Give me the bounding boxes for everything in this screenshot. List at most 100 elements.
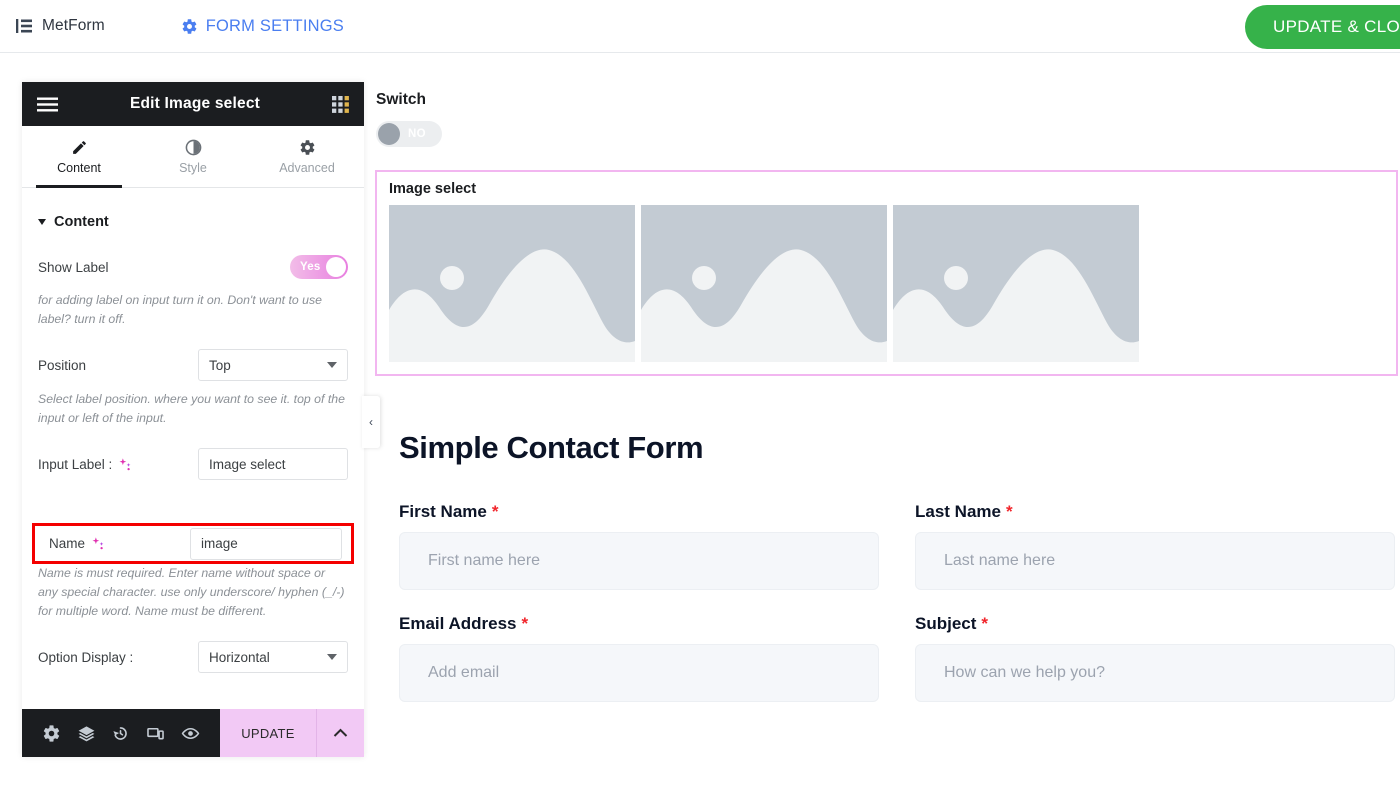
first-name-input[interactable]: [399, 532, 879, 590]
show-label-help: for adding label on input turn it on. Do…: [38, 293, 322, 327]
eye-preview-icon[interactable]: [181, 724, 200, 743]
input-label-row: Input Label :: [38, 448, 348, 481]
tab-advanced[interactable]: Advanced: [250, 126, 364, 187]
image-placeholder-icon[interactable]: [641, 205, 887, 362]
show-label-label: Show Label: [38, 259, 109, 275]
option-display-label: Option Display :: [38, 649, 134, 665]
position-label: Position: [38, 357, 87, 373]
field-email-address: Email Address *: [399, 614, 879, 702]
field-subject-label: Subject *: [915, 614, 1395, 634]
contact-form: Simple Contact Form First Name * Email A…: [399, 430, 1395, 726]
name-help: Name is must required. Enter name withou…: [38, 566, 345, 619]
input-label-label: Input Label :: [38, 456, 133, 472]
name-input[interactable]: [190, 527, 342, 560]
caret-down-icon: [38, 219, 46, 225]
field-first-name-label: First Name *: [399, 502, 879, 522]
chevron-down-icon: [327, 362, 337, 369]
option-display-value: Horizontal: [209, 649, 270, 665]
switch-toggle[interactable]: NO: [376, 121, 442, 147]
panel-header: Edit Image select: [22, 82, 364, 126]
update-button[interactable]: UPDATE: [220, 709, 316, 757]
gear-icon[interactable]: [42, 724, 61, 743]
show-label-toggle[interactable]: Yes: [290, 255, 348, 279]
tab-style[interactable]: Style: [136, 126, 250, 187]
tab-content-label: Content: [57, 160, 101, 175]
image-select-widget[interactable]: Image select: [375, 170, 1398, 376]
subject-input[interactable]: [915, 644, 1395, 702]
chevron-up-icon[interactable]: [316, 709, 364, 757]
input-label-field[interactable]: [198, 448, 348, 481]
panel-tabs: Content Style Advanced: [22, 126, 364, 188]
chevron-down-icon: [327, 654, 337, 661]
content-section-header[interactable]: Content: [38, 214, 348, 230]
option-display-select[interactable]: Horizontal: [198, 641, 348, 674]
required-asterisk: *: [1005, 502, 1013, 521]
panel-body: Content Show Label Yes for adding label …: [22, 214, 364, 674]
image-select-widget-label: Image select: [389, 181, 477, 197]
form-settings-button[interactable]: FORM SETTINGS: [181, 17, 344, 36]
form-title: Simple Contact Form: [399, 430, 704, 465]
panel-footer-toolbar: UPDATE: [22, 709, 364, 757]
field-label-text: Subject: [915, 614, 977, 633]
history-icon[interactable]: [111, 724, 130, 743]
image-thumbnail-list: [389, 205, 1384, 362]
switch-widget-title: Switch: [376, 91, 426, 108]
position-select[interactable]: Top: [198, 349, 348, 382]
responsive-device-icon[interactable]: [146, 724, 165, 743]
last-name-input[interactable]: [915, 532, 1395, 590]
tab-content[interactable]: Content: [22, 126, 136, 188]
position-value: Top: [209, 357, 231, 373]
widget-edit-panel: Edit Image select Content Style Advanced…: [22, 82, 364, 757]
field-label-text: First Name: [399, 502, 487, 521]
tab-style-label: Style: [179, 160, 207, 175]
name-label: Name: [49, 536, 106, 552]
form-column-left: First Name * Email Address *: [399, 502, 879, 726]
required-asterisk: *: [491, 502, 499, 521]
email-address-input[interactable]: [399, 644, 879, 702]
content-section-title: Content: [54, 214, 109, 230]
panel-title: Edit Image select: [129, 95, 261, 112]
field-first-name: First Name *: [399, 502, 879, 590]
gear-icon: [299, 139, 316, 156]
field-subject: Subject *: [915, 614, 1395, 702]
show-label-row: Show Label Yes: [38, 252, 348, 282]
gear-icon: [181, 18, 198, 35]
contrast-icon: [185, 139, 202, 156]
position-row: Position Top: [38, 349, 348, 382]
field-last-name-label: Last Name *: [915, 502, 1395, 522]
top-bar: MetForm FORM SETTINGS UPDATE & CLOSE: [0, 0, 1400, 53]
tab-advanced-label: Advanced: [279, 160, 335, 175]
update-and-close-button[interactable]: UPDATE & CLOSE: [1245, 5, 1400, 49]
field-label-text: Email Address: [399, 614, 517, 633]
form-settings-label: FORM SETTINGS: [205, 16, 344, 35]
brand[interactable]: MetForm: [16, 17, 105, 35]
name-field-row-highlighted: Name: [32, 523, 354, 564]
image-placeholder-icon[interactable]: [389, 205, 635, 362]
hamburger-icon[interactable]: [37, 97, 58, 112]
switch-toggle-value: NO: [408, 128, 426, 140]
form-row-1: First Name * Email Address * Last N: [399, 502, 1395, 726]
sparkle-icon[interactable]: [91, 536, 106, 552]
sparkle-icon[interactable]: [118, 456, 133, 472]
option-display-row: Option Display : Horizontal: [38, 641, 348, 674]
show-label-toggle-value: Yes: [300, 261, 321, 273]
list-icon: [16, 18, 33, 34]
layers-icon[interactable]: [77, 724, 96, 743]
position-help: Select label position. where you want to…: [38, 392, 345, 426]
pencil-icon: [71, 139, 88, 156]
widgets-grid-icon[interactable]: [331, 95, 349, 113]
footer-icon-group: [22, 709, 220, 757]
required-asterisk: *: [981, 614, 989, 633]
field-last-name: Last Name *: [915, 502, 1395, 590]
brand-name: MetForm: [42, 17, 105, 34]
required-asterisk: *: [521, 614, 529, 633]
toggle-knob: [378, 123, 400, 145]
image-placeholder-icon[interactable]: [893, 205, 1139, 362]
name-label-text: Name: [49, 536, 86, 551]
form-column-right: Last Name * Subject *: [915, 502, 1395, 726]
panel-collapse-handle[interactable]: ‹: [362, 396, 380, 448]
field-label-text: Last Name: [915, 502, 1001, 521]
toggle-knob: [326, 257, 346, 277]
input-label-text: Input Label :: [38, 456, 113, 472]
field-email-address-label: Email Address *: [399, 614, 879, 634]
